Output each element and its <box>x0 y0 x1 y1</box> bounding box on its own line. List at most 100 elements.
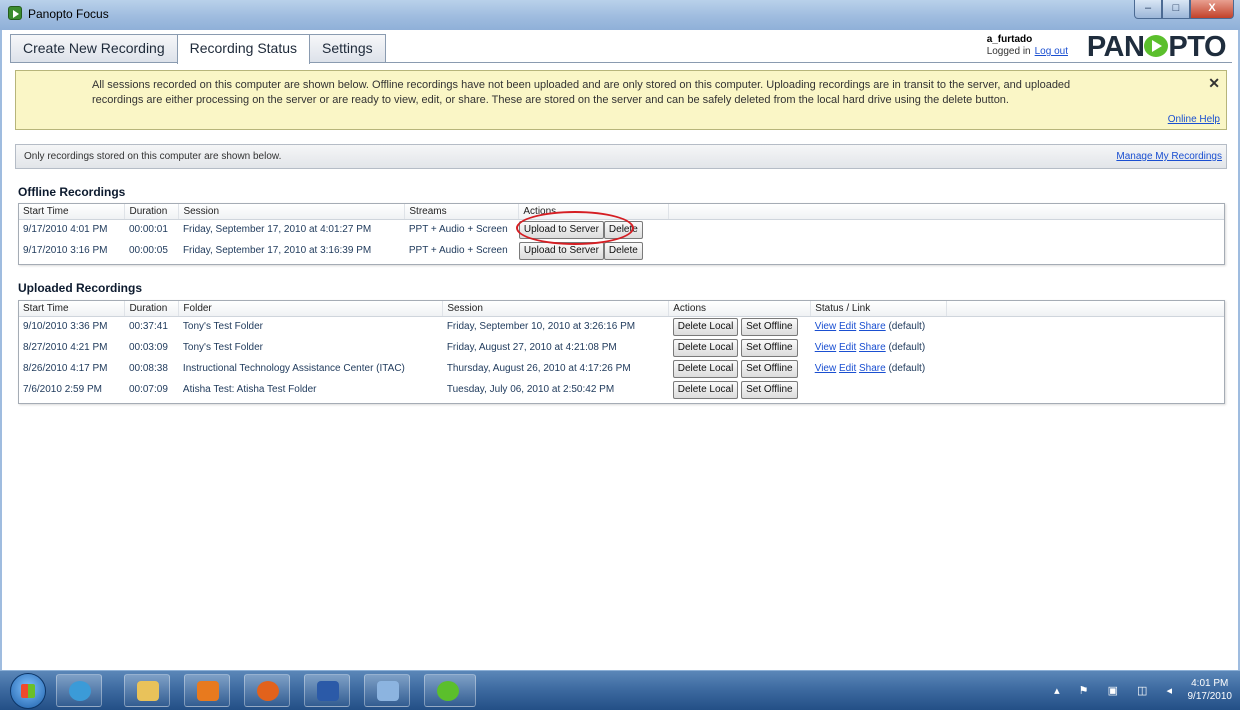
tab-recording-status[interactable]: Recording Status <box>176 34 311 64</box>
username: a_furtado <box>986 34 1033 45</box>
edit-link[interactable]: Edit <box>839 363 856 374</box>
taskbar-paint[interactable] <box>364 674 410 707</box>
table-row[interactable]: 7/6/2010 2:59 PM 00:07:09 Atisha Test: A… <box>19 379 1224 400</box>
view-link[interactable]: View <box>815 321 837 332</box>
clock-time: 4:01 PM <box>1191 678 1229 689</box>
taskbar-internet-explorer[interactable] <box>56 674 102 707</box>
system-tray[interactable]: ▴ ⚑ ▣ ◫ ◂ <box>1054 684 1180 697</box>
column-start-time[interactable]: Start Time <box>19 204 126 220</box>
session: Friday, September 10, 2010 at 3:26:16 PM <box>446 321 636 333</box>
start-button[interactable] <box>10 673 46 709</box>
table-row[interactable]: 9/17/2010 4:01 PM 00:00:01 Friday, Septe… <box>19 219 1224 240</box>
duration: 00:37:41 <box>128 321 168 333</box>
session: Tuesday, July 06, 2010 at 2:50:42 PM <box>446 384 615 395</box>
share-link[interactable]: Share <box>859 363 886 374</box>
column-actions[interactable]: Actions <box>668 301 812 317</box>
column-filler <box>668 204 1224 220</box>
manage-my-recordings-link[interactable]: Manage My Recordings <box>1116 151 1222 162</box>
main-tabs: Create New Recording Recording Status Se… <box>10 34 386 64</box>
column-duration[interactable]: Duration <box>124 301 180 317</box>
file-explorer-icon <box>137 681 159 701</box>
start-time: 8/26/2010 4:17 PM <box>23 363 108 374</box>
table-row[interactable]: 9/17/2010 3:16 PM 00:00:05 Friday, Septe… <box>19 240 1224 261</box>
column-session[interactable]: Session <box>178 204 406 220</box>
duration: 00:08:38 <box>128 363 168 374</box>
windows-taskbar: ▴ ⚑ ▣ ◫ ◂ 4:01 PM 9/17/2010 <box>0 670 1240 710</box>
delete-local-button[interactable]: Delete Local <box>672 359 739 378</box>
logout-link[interactable]: Log out <box>1035 46 1068 57</box>
start-time: 9/17/2010 4:01 PM <box>23 224 108 236</box>
delete-local-button[interactable]: Delete Local <box>672 317 739 336</box>
duration: 00:03:09 <box>128 342 168 353</box>
table-row[interactable]: 9/10/2010 3:36 PM 00:37:41 Tony's Test F… <box>19 316 1224 337</box>
window-title-bar[interactable]: Panopto Focus – □ X <box>0 0 1240 30</box>
column-start-time[interactable]: Start Time <box>19 301 126 317</box>
set-offline-button[interactable]: Set Offline <box>741 359 798 378</box>
start-time: 7/6/2010 2:59 PM <box>23 384 102 395</box>
edit-link[interactable]: Edit <box>839 321 856 332</box>
session: Friday, September 17, 2010 at 3:16:39 PM <box>182 245 372 256</box>
session: Friday, August 27, 2010 at 4:21:08 PM <box>446 342 617 353</box>
session: Thursday, August 26, 2010 at 4:17:26 PM <box>446 363 631 374</box>
minimize-button[interactable]: – <box>1134 0 1162 19</box>
info-banner: All sessions recorded on this computer a… <box>15 70 1227 130</box>
maximize-button[interactable]: □ <box>1162 0 1190 19</box>
taskbar-word[interactable] <box>304 674 350 707</box>
close-window-button[interactable]: X <box>1190 0 1234 19</box>
taskbar-firefox[interactable] <box>244 674 290 707</box>
upload-to-server-button[interactable]: Upload to Server <box>518 220 604 239</box>
view-link[interactable]: View <box>815 363 837 374</box>
table-header-row: Start Time Duration Session Streams Acti… <box>19 204 1224 220</box>
firefox-icon <box>257 681 279 701</box>
table-row[interactable]: 8/27/2010 4:21 PM 00:03:09 Tony's Test F… <box>19 337 1224 358</box>
tab-create-new-recording[interactable]: Create New Recording <box>10 34 178 62</box>
clock[interactable]: 4:01 PM 9/17/2010 <box>1188 677 1233 703</box>
delete-local-button[interactable]: Delete Local <box>672 380 739 399</box>
storage-notice-text: Only recordings stored on this computer … <box>24 151 282 162</box>
folder: Instructional Technology Assistance Cent… <box>182 363 405 374</box>
folder: Tony's Test Folder <box>182 321 264 333</box>
set-offline-button[interactable]: Set Offline <box>741 338 798 357</box>
column-actions[interactable]: Actions <box>518 204 670 220</box>
storage-notice-bar: Only recordings stored on this computer … <box>15 144 1227 169</box>
set-offline-button[interactable]: Set Offline <box>741 380 798 399</box>
column-status-link[interactable]: Status / Link <box>810 301 948 317</box>
table-row[interactable]: 8/26/2010 4:17 PM 00:08:38 Instructional… <box>19 358 1224 379</box>
view-link[interactable]: View <box>815 342 837 353</box>
delete-button[interactable]: Delete <box>603 241 643 260</box>
folder: Atisha Test: Atisha Test Folder <box>182 384 317 395</box>
column-folder[interactable]: Folder <box>178 301 444 317</box>
set-offline-button[interactable]: Set Offline <box>741 317 798 336</box>
panopto-logo: PAN PTO <box>1086 31 1227 63</box>
share-link[interactable]: Share <box>859 321 886 332</box>
column-duration[interactable]: Duration <box>124 204 180 220</box>
delete-button[interactable]: Delete <box>603 220 643 239</box>
streams: PPT + Audio + Screen <box>408 224 508 236</box>
offline-recordings-title: Offline Recordings <box>18 185 126 199</box>
duration: 00:07:09 <box>128 384 168 395</box>
close-icon[interactable]: ✕ <box>1208 75 1220 92</box>
word-icon <box>317 681 339 701</box>
tab-settings[interactable]: Settings <box>309 34 386 62</box>
column-session[interactable]: Session <box>442 301 670 317</box>
clock-date: 9/17/2010 <box>1187 691 1233 702</box>
uploaded-recordings-table: Start Time Duration Folder Session Actio… <box>18 300 1225 404</box>
folder: Tony's Test Folder <box>182 342 264 353</box>
delete-local-button[interactable]: Delete Local <box>672 338 739 357</box>
taskbar-file-explorer[interactable] <box>124 674 170 707</box>
panopto-focus-icon <box>437 681 459 701</box>
logo-play-icon <box>1144 35 1169 57</box>
media-player-icon <box>197 681 219 701</box>
online-help-link[interactable]: Online Help <box>1168 114 1220 125</box>
window-title: Panopto Focus <box>28 7 109 21</box>
start-time: 8/27/2010 4:21 PM <box>23 342 108 353</box>
duration: 00:00:01 <box>128 224 168 236</box>
column-streams[interactable]: Streams <box>404 204 520 220</box>
share-link[interactable]: Share <box>859 342 886 353</box>
app-content: Create New Recording Recording Status Se… <box>0 30 1240 670</box>
upload-to-server-button[interactable]: Upload to Server <box>518 241 604 260</box>
edit-link[interactable]: Edit <box>839 342 856 353</box>
taskbar-media-player[interactable] <box>184 674 230 707</box>
user-info: a_furtado Logged in Log out <box>987 34 1068 58</box>
taskbar-panopto-focus[interactable] <box>424 674 476 707</box>
